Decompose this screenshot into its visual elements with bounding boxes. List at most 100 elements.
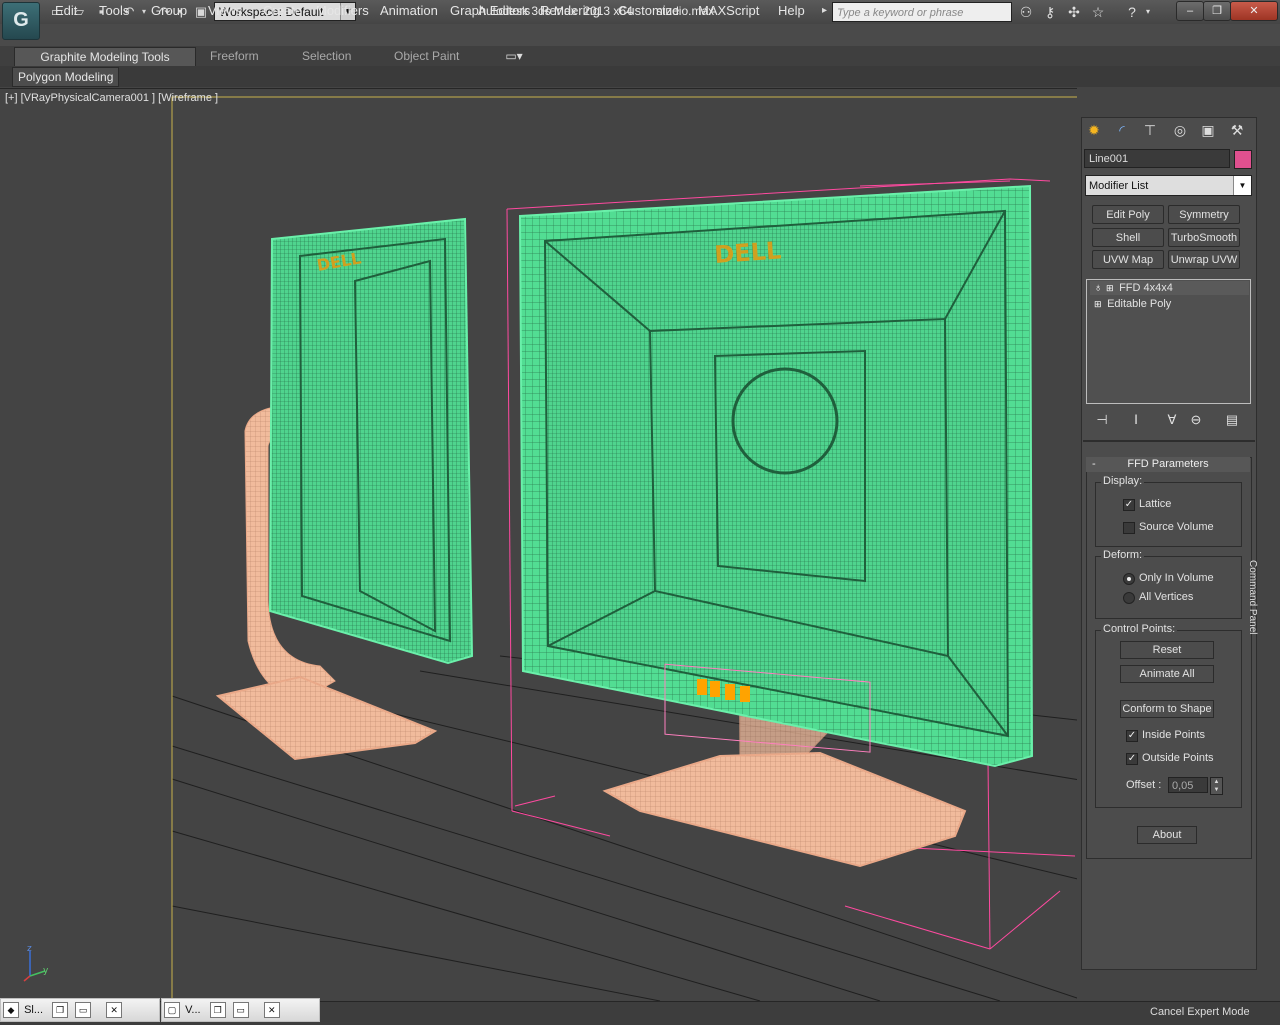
minimize-icon[interactable]: – <box>1176 1 1204 21</box>
command-panel-vertical-label: Command Panel <box>1247 560 1258 635</box>
tab-object-paint[interactable]: Object Paint <box>394 47 459 65</box>
control-points-label: Control Points: <box>1101 623 1178 635</box>
all-vertices-radio[interactable] <box>1123 592 1135 604</box>
display-group <box>1095 482 1242 547</box>
right-monitor[interactable]: DELL <box>518 184 1034 768</box>
close-icon[interactable]: ✕ <box>106 1002 123 1019</box>
remove-modifier-icon[interactable]: ⊖ <box>1186 411 1206 429</box>
menu-maxscript[interactable]: MAXScript <box>698 3 759 18</box>
show-end-result-icon[interactable]: Ⅰ <box>1126 411 1146 429</box>
menu-views[interactable]: Views <box>208 3 242 18</box>
animate-all-button[interactable]: Animate All <box>1120 665 1214 683</box>
expand-icon[interactable]: ⊞ <box>1106 281 1116 295</box>
offset-field[interactable]: 0,05 <box>1168 777 1208 793</box>
reset-button[interactable]: Reset <box>1120 641 1214 659</box>
configure-modifier-sets-icon[interactable]: ▤ <box>1222 411 1242 429</box>
svg-text:DELL: DELL <box>713 236 782 269</box>
taskbar-window-1[interactable]: ◆ Sl... ❐ ▭ ✕ <box>0 998 160 1022</box>
edit-poly-button[interactable]: Edit Poly <box>1092 205 1164 224</box>
object-color-swatch[interactable] <box>1234 150 1252 169</box>
modifier-list-dropdown[interactable]: Modifier List ▼ <box>1085 175 1252 196</box>
menu-rendering[interactable]: Rendering <box>540 3 600 18</box>
ribbon-options-icon[interactable]: ▭▾ <box>502 47 526 65</box>
stack-item-label: FFD 4x4x4 <box>1119 282 1173 294</box>
tab-graphite-modeling-tools[interactable]: Graphite Modeling Tools <box>14 47 196 67</box>
application-menu-button[interactable]: G <box>2 2 40 40</box>
utilities-icon[interactable]: ⚒ <box>1225 119 1249 141</box>
key-icon[interactable]: ⚷ <box>1040 3 1060 21</box>
source-volume-checkbox[interactable] <box>1123 522 1135 534</box>
create-icon[interactable]: ✹ <box>1082 119 1106 141</box>
undo-dropdown-icon[interactable]: ▾ <box>138 3 150 21</box>
uvw-map-button[interactable]: UVW Map <box>1092 250 1164 269</box>
close-icon[interactable]: ✕ <box>263 1002 280 1019</box>
lattice-checkbox[interactable]: ✓ <box>1123 499 1135 511</box>
collapse-icon[interactable]: - <box>1092 457 1096 472</box>
outside-points-checkbox[interactable]: ✓ <box>1126 753 1138 765</box>
restore-icon[interactable]: ❐ <box>52 1002 69 1019</box>
deform-group <box>1095 556 1242 619</box>
viewport-scene[interactable]: DELL DELL z y <box>0 89 1086 1002</box>
ffd-parameters-title[interactable]: - FFD Parameters <box>1086 457 1250 472</box>
menu-graph-editors[interactable]: Graph Editors <box>450 3 530 18</box>
display-group-label: Display: <box>1101 475 1145 487</box>
stack-item-ffd[interactable]: ♁ ⊞ FFD 4x4x4 <box>1090 281 1249 295</box>
help-icon[interactable]: ? <box>1122 3 1142 21</box>
expand-icon[interactable]: ⊞ <box>1094 297 1104 311</box>
display-icon[interactable]: ▣ <box>1196 119 1220 141</box>
offset-spinner[interactable]: ▲ ▼ <box>1210 777 1223 795</box>
deform-group-label: Deform: <box>1101 549 1145 561</box>
restore-icon[interactable]: ❐ <box>1203 1 1231 21</box>
tab-freeform[interactable]: Freeform <box>210 47 259 65</box>
menu-group[interactable]: Group <box>151 3 187 18</box>
pin-stack-icon[interactable]: ⊣ <box>1092 411 1112 429</box>
stack-item-editable-poly[interactable]: ⊞ Editable Poly <box>1090 297 1249 311</box>
menu-customize[interactable]: Customize <box>618 3 679 18</box>
maximize-icon[interactable]: ▭ <box>232 1002 249 1019</box>
viewport[interactable]: DELL DELL z y <box>0 88 1086 1002</box>
search-expand-icon[interactable]: ▸ <box>822 5 827 16</box>
source-volume-label: Source Volume <box>1139 521 1214 533</box>
motion-icon[interactable]: ◎ <box>1168 119 1192 141</box>
maximize-icon[interactable]: ▭ <box>75 1002 92 1019</box>
window-icon: ▢ <box>164 1002 180 1019</box>
symmetry-button[interactable]: Symmetry <box>1168 205 1240 224</box>
help-dropdown-icon[interactable]: ▾ <box>1142 3 1154 21</box>
menu-edit[interactable]: Edit <box>55 3 77 18</box>
taskbar-window-2[interactable]: ▢ V... ❐ ▭ ✕ <box>161 998 320 1022</box>
modify-icon[interactable]: ◜ <box>1110 119 1134 141</box>
viewport-label[interactable]: [+] [VRayPhysicalCamera001 ] [Wireframe … <box>5 92 218 104</box>
unwrap-uvw-button[interactable]: Unwrap UVW <box>1168 250 1240 269</box>
inside-points-checkbox[interactable]: ✓ <box>1126 730 1138 742</box>
shell-button[interactable]: Shell <box>1092 228 1164 247</box>
left-monitor[interactable]: DELL <box>268 217 474 665</box>
conform-to-shape-button[interactable]: Conform to Shape <box>1120 700 1214 718</box>
about-button[interactable]: About <box>1137 826 1197 844</box>
menu-help[interactable]: Help <box>778 3 805 18</box>
modifier-list-label: Modifier List <box>1089 180 1149 192</box>
restore-icon[interactable]: ❐ <box>209 1002 226 1019</box>
menu-tools[interactable]: Tools <box>99 3 129 18</box>
lattice-label: Lattice <box>1139 498 1172 510</box>
polygon-modeling-panel[interactable]: Polygon Modeling <box>12 67 120 87</box>
chevron-down-icon: ▼ <box>1233 176 1251 195</box>
tab-selection[interactable]: Selection <box>302 47 351 65</box>
hierarchy-icon[interactable]: ⊤ <box>1138 119 1162 141</box>
only-in-volume-radio[interactable] <box>1123 573 1135 585</box>
search-input[interactable]: Type a keyword or phrase <box>832 2 1012 22</box>
menu-create[interactable]: Create <box>263 3 302 18</box>
make-unique-icon[interactable]: ∀ <box>1162 411 1182 429</box>
cancel-expert-mode-button[interactable]: Cancel Expert Mode <box>1150 1006 1250 1018</box>
separator <box>1083 440 1255 442</box>
light-bulb-icon[interactable]: ♁ <box>1094 281 1106 295</box>
star-network-icon[interactable]: ✣ <box>1064 3 1084 21</box>
ribbon-panel-bar <box>0 66 1280 87</box>
menu-modifiers[interactable]: Modifiers <box>316 3 369 18</box>
binoculars-icon[interactable]: ⚇ <box>1016 3 1036 21</box>
close-icon[interactable]: ✕ <box>1230 1 1278 21</box>
object-name-field[interactable]: Line001 <box>1084 149 1230 168</box>
menu-animation[interactable]: Animation <box>380 3 438 18</box>
all-vertices-label: All Vertices <box>1139 591 1194 603</box>
turbosmooth-button[interactable]: TurboSmooth <box>1168 228 1240 247</box>
favorites-star-icon[interactable]: ☆ <box>1088 3 1108 21</box>
